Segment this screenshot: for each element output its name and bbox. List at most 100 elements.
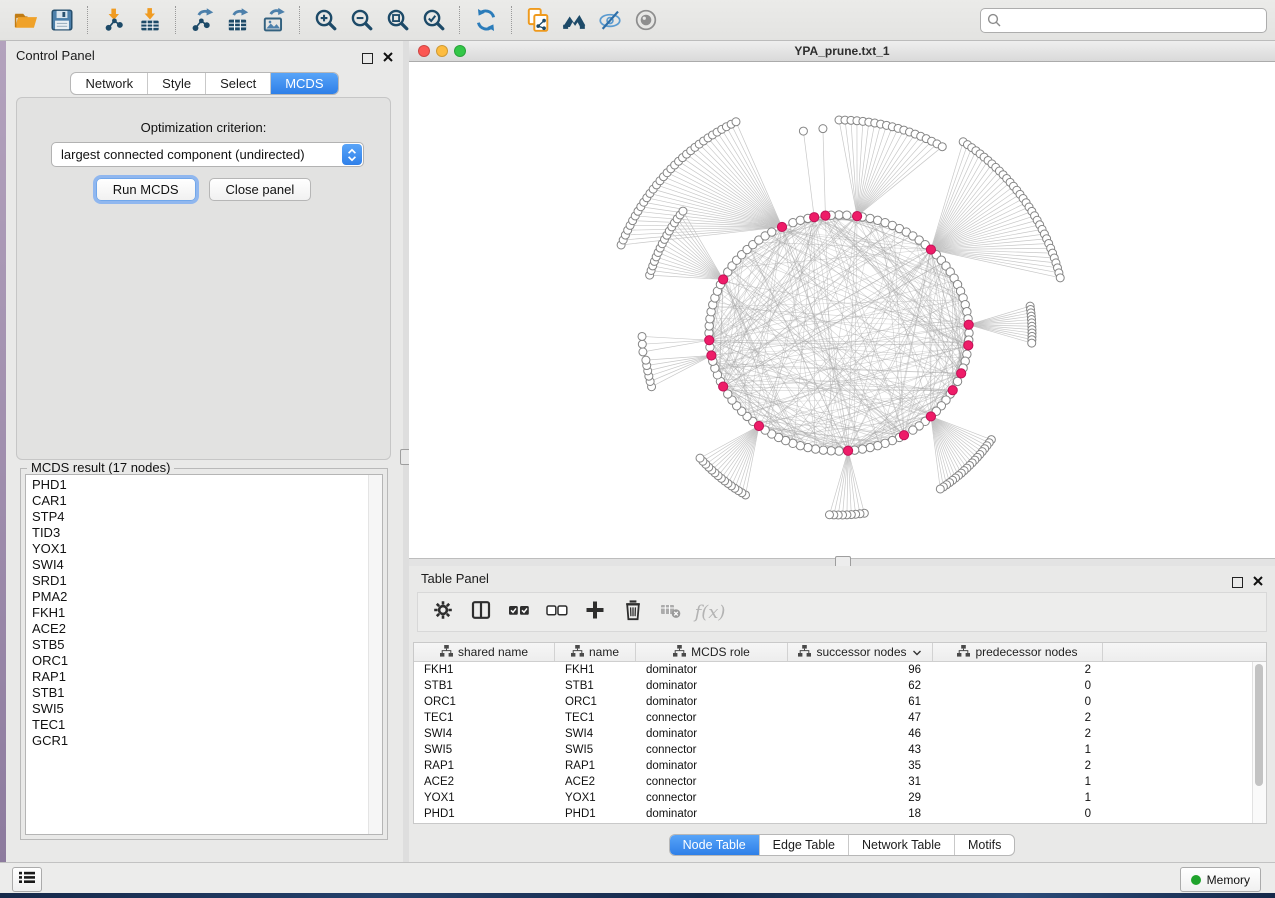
table-row[interactable]: SWI4SWI4dominator462 xyxy=(414,726,1266,742)
column-header-successor-nodes[interactable]: successor nodes xyxy=(788,643,933,661)
toolbar-separator xyxy=(299,6,301,34)
mcds-node-item[interactable]: YOX1 xyxy=(32,541,382,557)
list-scrollbar[interactable] xyxy=(368,475,382,834)
table-cell: dominator xyxy=(636,726,788,742)
mcds-node-item[interactable]: CAR1 xyxy=(32,493,382,509)
select-stepper-icon xyxy=(342,144,362,165)
mcds-node-item[interactable]: GCR1 xyxy=(32,733,382,749)
close-panel-button[interactable]: Close panel xyxy=(209,178,312,201)
mcds-node-item[interactable]: TID3 xyxy=(32,525,382,541)
zoom-fit-button[interactable] xyxy=(380,4,416,36)
table-row[interactable]: PHD1PHD1dominator180 xyxy=(414,806,1266,822)
column-header-name[interactable]: name xyxy=(555,643,636,661)
float-panel-icon[interactable] xyxy=(362,53,373,64)
table-row[interactable]: ACE2ACE2connector311 xyxy=(414,774,1266,790)
tab-edge-table[interactable]: Edge Table xyxy=(759,835,848,855)
binoculars-icon xyxy=(561,7,587,33)
tab-node-table[interactable]: Node Table xyxy=(670,835,759,855)
show-columns-button[interactable] xyxy=(464,596,498,628)
tab-mcds[interactable]: MCDS xyxy=(270,73,337,94)
import-network-icon xyxy=(101,7,127,33)
select-all-button[interactable] xyxy=(502,596,536,628)
control-panel-header: Control Panel xyxy=(6,41,403,67)
table-row[interactable]: YOX1YOX1connector291 xyxy=(414,790,1266,806)
control-panel: Control Panel NetworkStyleSelectMCDS Opt… xyxy=(6,41,404,862)
close-panel-icon[interactable] xyxy=(1253,573,1263,591)
table-row[interactable]: STB1STB1dominator620 xyxy=(414,678,1266,694)
export-table-button[interactable] xyxy=(220,4,256,36)
hide-details-button[interactable] xyxy=(592,4,628,36)
mcds-node-item[interactable]: SWI5 xyxy=(32,701,382,717)
delete-table-button[interactable] xyxy=(654,596,688,628)
deselect-all-button[interactable] xyxy=(540,596,574,628)
task-history-button[interactable] xyxy=(12,867,42,892)
tab-network[interactable]: Network xyxy=(71,73,147,94)
export-image-button[interactable] xyxy=(256,4,292,36)
mcds-node-item[interactable]: STB1 xyxy=(32,685,382,701)
main-area: Control Panel NetworkStyleSelectMCDS Opt… xyxy=(0,41,1275,862)
tab-style[interactable]: Style xyxy=(147,73,205,94)
column-header-predecessor-nodes[interactable]: predecessor nodes xyxy=(933,643,1103,661)
neighbors-button[interactable] xyxy=(556,4,592,36)
import-table-button[interactable] xyxy=(132,4,168,36)
network-canvas[interactable] xyxy=(409,62,1275,558)
mcds-node-item[interactable]: STB5 xyxy=(32,637,382,653)
close-panel-icon[interactable] xyxy=(383,49,393,67)
tab-select[interactable]: Select xyxy=(205,73,270,94)
show-details-button[interactable] xyxy=(628,4,664,36)
tab-motifs[interactable]: Motifs xyxy=(954,835,1014,855)
mcds-node-item[interactable]: ACE2 xyxy=(32,621,382,637)
mcds-node-item[interactable]: STP4 xyxy=(32,509,382,525)
float-panel-icon[interactable] xyxy=(1232,577,1243,588)
network-titlebar: YPA_prune.txt_1 xyxy=(409,41,1275,62)
delete-columns-button[interactable] xyxy=(616,596,650,628)
tab-network-table[interactable]: Network Table xyxy=(848,835,954,855)
mcds-node-item[interactable]: SRD1 xyxy=(32,573,382,589)
table-row[interactable]: TEC1TEC1connector472 xyxy=(414,710,1266,726)
import-network-button[interactable] xyxy=(96,4,132,36)
clone-network-button[interactable] xyxy=(520,4,556,36)
criterion-select[interactable]: largest connected component (undirected) xyxy=(51,142,364,167)
mcds-node-item[interactable]: RAP1 xyxy=(32,669,382,685)
mcds-node-item[interactable]: TEC1 xyxy=(32,717,382,733)
search-box xyxy=(980,8,1267,33)
table-cell: ORC1 xyxy=(414,694,555,710)
export-network-button[interactable] xyxy=(184,4,220,36)
table-row[interactable]: SWI5SWI5connector431 xyxy=(414,742,1266,758)
mcds-node-item[interactable]: FKH1 xyxy=(32,605,382,621)
table-cell: TEC1 xyxy=(414,710,555,726)
zoom-in-button[interactable] xyxy=(308,4,344,36)
mcds-node-item[interactable]: PHD1 xyxy=(32,477,382,493)
open-file-button[interactable] xyxy=(8,4,44,36)
table-row[interactable]: FKH1FKH1dominator962 xyxy=(414,662,1266,678)
table-cell: connector xyxy=(636,710,788,726)
criterion-label: Optimization criterion: xyxy=(17,120,390,135)
table-settings-button[interactable] xyxy=(426,596,460,628)
mcds-result-list[interactable]: PHD1CAR1STP4TID3YOX1SWI4SRD1PMA2FKH1ACE2… xyxy=(25,474,383,835)
mcds-node-item[interactable]: ORC1 xyxy=(32,653,382,669)
memory-button[interactable]: Memory xyxy=(1180,867,1261,892)
zoom-out-button[interactable] xyxy=(344,4,380,36)
table-cell: ACE2 xyxy=(414,774,555,790)
table-cell: dominator xyxy=(636,678,788,694)
node-table: shared namenameMCDS rolesuccessor nodesp… xyxy=(413,642,1267,824)
column-header-shared-name[interactable]: shared name xyxy=(414,643,555,661)
table-row[interactable]: RAP1RAP1dominator352 xyxy=(414,758,1266,774)
column-header-MCDS-role[interactable]: MCDS role xyxy=(636,643,788,661)
table-cell: 2 xyxy=(933,710,1103,726)
mcds-node-item[interactable]: SWI4 xyxy=(32,557,382,573)
run-mcds-button[interactable]: Run MCDS xyxy=(96,178,196,201)
refresh-layout-button[interactable] xyxy=(468,4,504,36)
new-column-button[interactable] xyxy=(578,596,612,628)
scrollbar-thumb[interactable] xyxy=(1255,664,1263,786)
table-scrollbar[interactable] xyxy=(1252,662,1266,823)
zoom-selected-button[interactable] xyxy=(416,4,452,36)
search-input[interactable] xyxy=(980,8,1267,33)
mcds-node-item[interactable]: PMA2 xyxy=(32,589,382,605)
mcds-result-group: MCDS result (17 nodes) PHD1CAR1STP4TID3Y… xyxy=(20,468,388,840)
table-row[interactable]: ORC1ORC1dominator610 xyxy=(414,694,1266,710)
function-builder-button[interactable]: f(x) xyxy=(692,596,726,628)
table-cell: connector xyxy=(636,774,788,790)
save-session-button[interactable] xyxy=(44,4,80,36)
table-cell: 96 xyxy=(788,662,933,678)
